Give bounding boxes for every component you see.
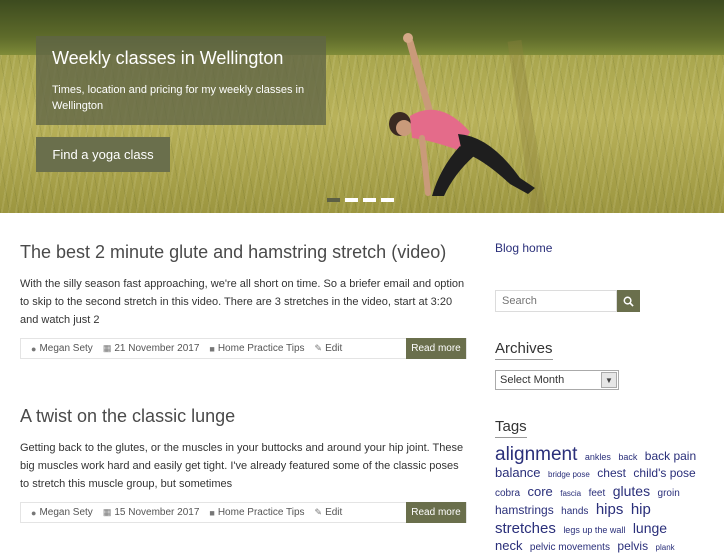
search-form — [495, 290, 640, 312]
tag-link[interactable]: chest — [597, 466, 626, 480]
post-meta-bar: ● Megan Sety ▦ 15 November 2017 ■ Home Prac… — [20, 502, 467, 523]
tag-link[interactable]: core — [527, 484, 552, 499]
post-category-label: Home Practice Tips — [217, 507, 305, 518]
post-meta-bar: ● Megan Sety ▦ 21 November 2017 ■ Home Prac… — [20, 338, 467, 359]
search-input[interactable] — [495, 290, 617, 312]
slider-dot-3[interactable] — [363, 198, 376, 202]
folder-icon: ■ — [209, 507, 215, 518]
user-icon: ● — [31, 343, 37, 354]
hero-title: Weekly classes in Wellington — [52, 48, 284, 68]
tag-cloud: alignment ankles back back pain balance … — [495, 444, 700, 558]
calendar-icon: ▦ — [102, 507, 112, 517]
post-author-label: Megan Sety — [39, 507, 93, 518]
tag-link[interactable]: lunge — [633, 520, 667, 536]
post-author[interactable]: ● Megan Sety — [31, 507, 93, 518]
tag-link[interactable]: hips — [596, 501, 624, 518]
read-more-button[interactable]: Read more — [406, 502, 466, 523]
slider-dot-4[interactable] — [381, 198, 394, 202]
find-yoga-class-button[interactable]: Find a yoga class — [36, 137, 170, 172]
tag-link[interactable]: neck — [495, 538, 522, 553]
tag-link[interactable]: hands — [561, 506, 588, 517]
tag-link[interactable]: balance — [495, 465, 541, 480]
tags-title: Tags — [495, 418, 527, 438]
post-date[interactable]: ▦ 15 November 2017 — [103, 507, 200, 518]
tag-link[interactable]: pelvic movements — [530, 542, 610, 553]
user-icon: ● — [31, 507, 37, 518]
tag-link[interactable]: legs up the wall — [563, 525, 625, 535]
hero-caption: Weekly classes in Wellington Times, loca… — [36, 36, 326, 125]
tag-link[interactable]: stretches — [495, 520, 556, 537]
post-author-label: Megan Sety — [39, 343, 93, 354]
blog-home-link[interactable]: Blog home — [495, 241, 552, 255]
tag-link[interactable]: groin — [658, 488, 680, 499]
post-title-link[interactable]: The best 2 minute glute and hamstring st… — [20, 242, 467, 263]
tag-link[interactable]: bridge pose — [548, 470, 590, 479]
hero-subtitle: Times, location and pricing for my weekl… — [52, 84, 305, 112]
tag-link[interactable]: back pain — [645, 449, 696, 463]
search-button[interactable] — [617, 290, 640, 312]
tag-link[interactable]: child's pose — [633, 466, 695, 480]
archives-select-value: Select Month — [500, 374, 565, 386]
post-date-label: 21 November 2017 — [114, 343, 200, 354]
tag-link[interactable]: glutes — [613, 483, 650, 499]
post-category[interactable]: ■ Home Practice Tips — [209, 343, 304, 354]
post-author[interactable]: ● Megan Sety — [31, 343, 93, 354]
tag-link[interactable]: hamstrings — [495, 503, 554, 517]
folder-icon: ■ — [209, 343, 215, 354]
pencil-icon: ✎ — [314, 507, 323, 517]
tag-link[interactable]: feet — [589, 488, 606, 499]
post-edit-link[interactable]: ✎ Edit — [315, 507, 343, 518]
tag-link[interactable]: cobra — [495, 488, 520, 499]
post-category[interactable]: ■ Home Practice Tips — [209, 507, 304, 518]
archives-title: Archives — [495, 340, 553, 360]
slider-pagination — [327, 198, 394, 202]
post-excerpt: With the silly season fast approaching, … — [20, 278, 465, 326]
post-edit-link[interactable]: ✎ Edit — [315, 343, 343, 354]
post-edit-label: Edit — [325, 507, 343, 518]
slider-dot-1[interactable] — [327, 198, 340, 202]
blog-post: A twist on the classic lunge Getting bac… — [20, 406, 467, 523]
search-icon — [623, 296, 634, 307]
post-date[interactable]: ▦ 21 November 2017 — [103, 343, 200, 354]
pencil-icon: ✎ — [314, 343, 323, 353]
slider-dot-2[interactable] — [345, 198, 358, 202]
tag-link[interactable]: ankles — [585, 452, 611, 462]
post-title-link[interactable]: A twist on the classic lunge — [20, 406, 467, 427]
post-category-label: Home Practice Tips — [217, 343, 305, 354]
post-excerpt: Getting back to the glutes, or the muscl… — [20, 442, 464, 490]
tag-link[interactable]: pelvis — [617, 539, 648, 553]
calendar-icon: ▦ — [102, 343, 112, 353]
tag-link[interactable]: hip — [631, 501, 651, 518]
post-edit-label: Edit — [325, 343, 343, 354]
tag-link[interactable]: fascia — [560, 489, 581, 498]
chevron-down-icon: ▼ — [601, 372, 617, 388]
tag-link[interactable]: plank — [656, 543, 675, 552]
yoga-pose-figure — [389, 33, 535, 196]
archives-select[interactable]: Select Month ▼ — [495, 370, 619, 390]
blog-post: The best 2 minute glute and hamstring st… — [20, 242, 467, 359]
read-more-button[interactable]: Read more — [406, 338, 466, 359]
tag-link[interactable]: alignment — [495, 444, 577, 465]
post-date-label: 15 November 2017 — [114, 507, 200, 518]
tag-link[interactable]: back — [618, 452, 637, 462]
hero-slider: Weekly classes in Wellington Times, loca… — [0, 0, 724, 213]
